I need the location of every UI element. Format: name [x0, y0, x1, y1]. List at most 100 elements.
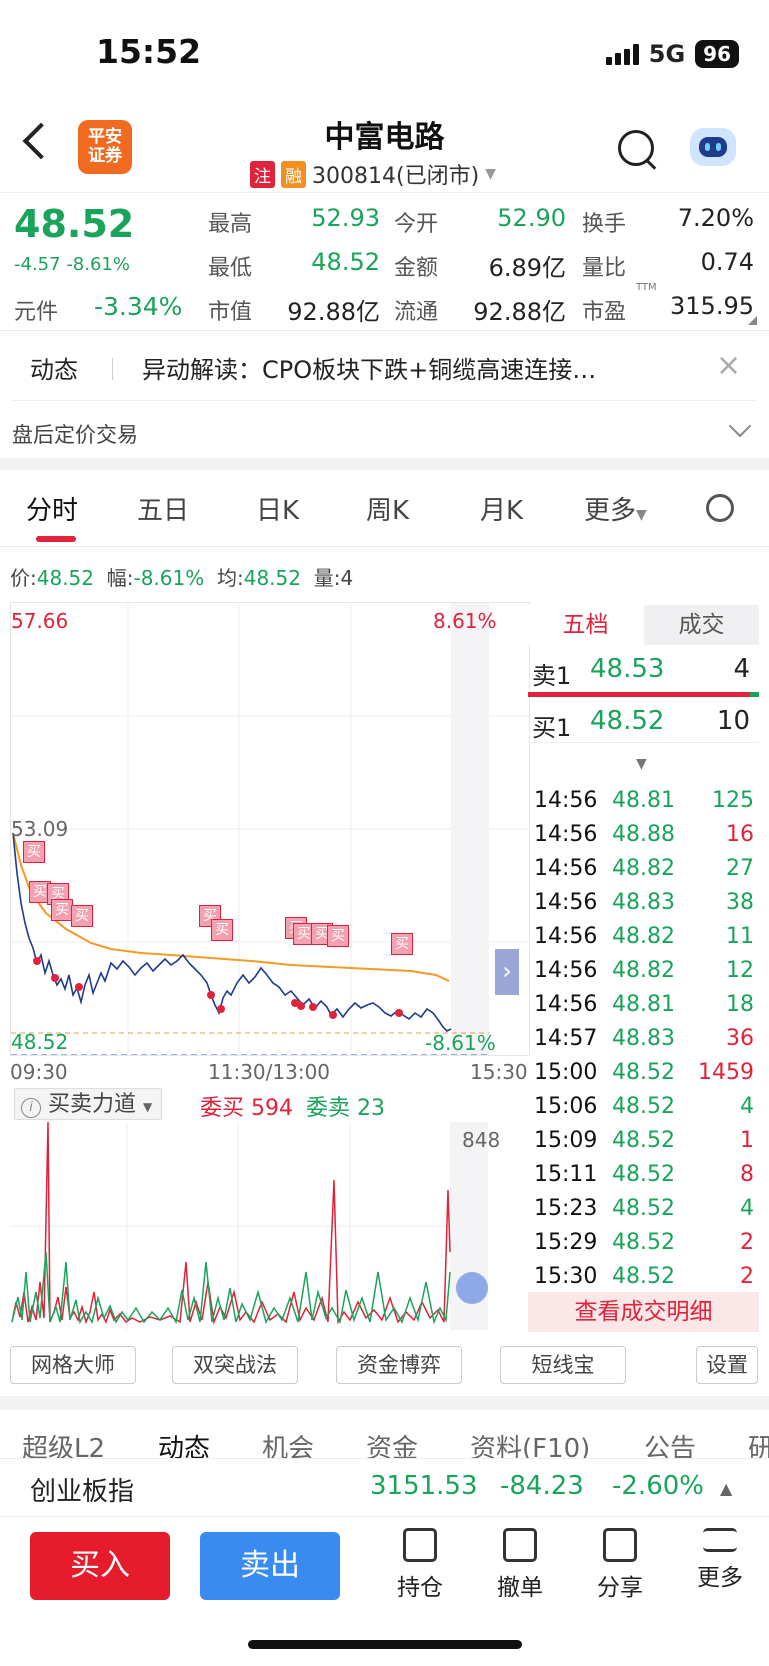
tab-intraday[interactable]: 分时 — [26, 490, 78, 527]
quote-value: 52.90 — [497, 204, 566, 232]
chevron-down-icon[interactable] — [728, 414, 752, 438]
trade-time: 14:56 — [534, 924, 598, 949]
time-axis-start: 09:30 — [10, 1060, 68, 1084]
trade-time: 14:57 — [534, 1026, 598, 1051]
gear-icon[interactable] — [706, 494, 734, 522]
trade-price: 48.83 — [612, 1026, 675, 1051]
trade-time: 15:29 — [534, 1230, 598, 1255]
trade-price: 48.52 — [612, 1264, 675, 1289]
trade-time: 14:56 — [534, 788, 598, 813]
view-trade-details-button[interactable]: 查看成交明细 — [528, 1292, 759, 1332]
section-gap — [0, 458, 769, 470]
assistant-robot-icon[interactable] — [690, 128, 736, 166]
tag-zhu: 注 — [250, 160, 275, 188]
tool-capital-game[interactable]: 资金博弈 — [336, 1346, 462, 1384]
quote-value: 6.89亿 — [488, 254, 566, 282]
quote-label: 最高 — [208, 212, 253, 237]
collapse-orderbook-button[interactable]: › — [495, 949, 519, 995]
buy-bar — [750, 692, 759, 697]
trade-time: 14:56 — [534, 992, 598, 1017]
trade-price: 48.52 — [612, 1060, 675, 1085]
tool-grid-master[interactable]: 网格大师 — [10, 1346, 136, 1384]
trade-price: 48.81 — [612, 788, 675, 813]
tab-monthly-k[interactable]: 月K — [480, 490, 523, 527]
news-label[interactable]: 动态 — [30, 350, 78, 385]
buy-marker[interactable]: 买 — [391, 933, 413, 955]
tab-trades[interactable]: 成交 — [644, 605, 759, 645]
tool-settings[interactable]: 设置 — [696, 1346, 758, 1384]
share-button[interactable]: 分享 — [580, 1528, 660, 1602]
buy1-volume: 10 — [716, 706, 750, 736]
tool-double-breakout[interactable]: 双突战法 — [172, 1346, 298, 1384]
tab-active-indicator — [36, 536, 76, 542]
news-separator — [112, 358, 113, 380]
more-button[interactable]: 更多 — [680, 1528, 760, 1592]
trade-time: 14:56 — [534, 958, 598, 983]
trade-price: 48.52 — [612, 1230, 675, 1255]
holdings-button[interactable]: 持仓 — [380, 1528, 460, 1602]
bid-total: 委买 594 — [200, 1096, 294, 1121]
tab-five-day[interactable]: 五日 — [137, 490, 189, 527]
tab-weekly-k[interactable]: 周K — [366, 490, 409, 527]
menu-icon — [703, 1528, 737, 1552]
current-price: 48.52 — [14, 202, 135, 246]
trade-row: 15:09 48.52 1 — [534, 1128, 754, 1153]
status-time: 15:52 — [96, 32, 202, 71]
buy-button[interactable]: 买入 — [30, 1532, 170, 1600]
news-headline[interactable]: 异动解读：CPO板块下跌+铜缆高速连接… — [142, 350, 596, 385]
trade-row: 14:57 48.83 36 — [534, 1026, 754, 1051]
trade-row: 15:00 48.52 1459 — [534, 1060, 754, 1085]
trade-volume: 12 — [726, 958, 754, 983]
close-icon[interactable]: × — [716, 348, 741, 383]
pct-axis-high: 8.61% — [433, 609, 497, 633]
index-ticker[interactable]: 创业板指 3151.53 -84.23 -2.60% ▲ — [0, 1458, 769, 1515]
force-chart[interactable]: 848 — [10, 1122, 528, 1330]
trade-time: 15:06 — [534, 1094, 598, 1119]
caret-up-icon[interactable]: ▲ — [720, 1479, 732, 1498]
trade-time: 15:00 — [534, 1060, 598, 1085]
trade-row: 14:56 48.82 27 — [534, 856, 754, 881]
trade-price: 48.82 — [612, 924, 675, 949]
quote-value: 0.74 — [700, 248, 754, 276]
buy-marker[interactable]: 买 — [71, 905, 93, 927]
trade-time: 14:56 — [534, 856, 598, 881]
document-icon — [403, 1528, 437, 1562]
fullscreen-icon[interactable] — [456, 1272, 488, 1304]
chart-info-row: 价:48.52 幅:-8.61% 均:48.52 量:4 — [10, 566, 354, 590]
trade-row: 15:11 48.52 8 — [534, 1162, 754, 1187]
buy-marker[interactable]: 买 — [23, 841, 45, 863]
intraday-chart[interactable]: 买 买 买 买 买 买 买 买 买 买 买 买 57.66 8.61% 53.0… — [10, 602, 530, 1056]
force-selector[interactable]: i 买卖力道 ▼ — [14, 1088, 162, 1120]
trade-volume: 16 — [726, 822, 754, 847]
tool-short-term[interactable]: 短线宝 — [500, 1346, 626, 1384]
force-scale-label: 848 — [462, 1128, 501, 1152]
info-icon: i — [21, 1098, 41, 1118]
corner-expand-icon[interactable] — [748, 316, 757, 325]
sell-button[interactable]: 卖出 — [200, 1532, 340, 1600]
search-icon[interactable] — [618, 130, 654, 166]
index-name: 创业板指 — [30, 1477, 135, 1507]
expand-triangle-icon[interactable]: ▼ — [636, 756, 647, 772]
buy-marker[interactable]: 买 — [327, 925, 349, 947]
cancel-order-button[interactable]: 撤单 — [480, 1528, 560, 1602]
trade-volume: 36 — [726, 1026, 754, 1051]
tab-daily-k[interactable]: 日K — [256, 490, 299, 527]
buy1-label: 买1 — [532, 714, 572, 742]
tab-more[interactable]: 更多▼ — [584, 490, 647, 527]
trade-volume: 38 — [726, 890, 754, 915]
trade-time: 14:56 — [534, 822, 598, 847]
buy-marker[interactable]: 买 — [211, 919, 233, 941]
index-value: 3151.53 — [370, 1471, 478, 1501]
trade-row: 15:30 48.52 2 — [534, 1264, 754, 1289]
trade-row: 14:56 48.81 125 — [534, 788, 754, 813]
buy-marker[interactable]: 买 — [51, 899, 73, 921]
trade-volume: 4 — [740, 1196, 754, 1221]
quote-value: 92.88亿 — [473, 298, 566, 326]
after-hours-trading[interactable]: 盘后定价交易 — [12, 419, 138, 449]
stock-subtitle[interactable]: 注 融 300814(已闭市) ▼ — [250, 158, 496, 190]
trade-volume: 8 — [740, 1162, 754, 1187]
tab-order-book[interactable]: 五档 — [528, 605, 643, 645]
price-change: -4.57 -8.61% — [14, 254, 130, 275]
trade-row: 14:56 48.88 16 — [534, 822, 754, 847]
price-axis-low: 48.52 — [11, 1030, 69, 1054]
